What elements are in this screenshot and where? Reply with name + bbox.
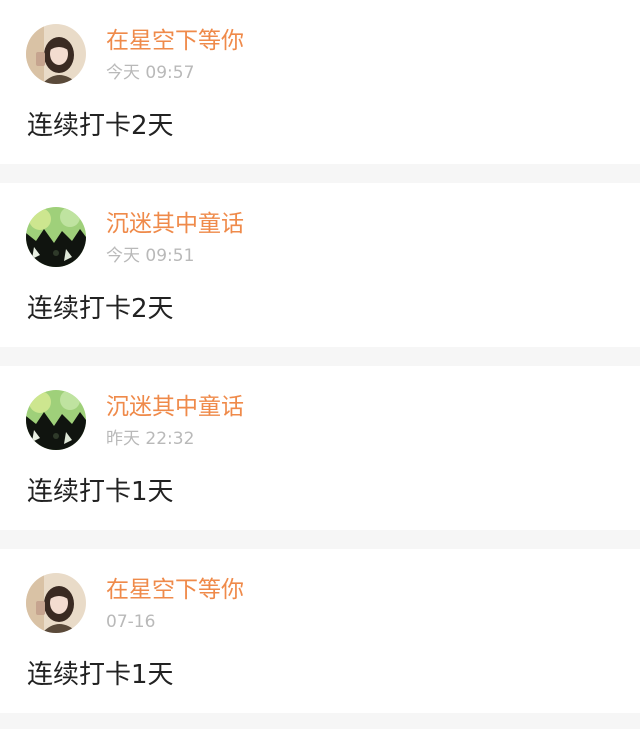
- user-avatar-forest[interactable]: [26, 390, 86, 450]
- divider: [0, 713, 640, 729]
- user-avatar-forest[interactable]: [26, 207, 86, 267]
- avatar-forest-icon: [26, 390, 86, 450]
- post-time: 昨天 22:32: [106, 429, 195, 449]
- feed-item[interactable]: 在星空下等你 07-16 连续打卡1天: [0, 549, 640, 713]
- post-time: 今天 09:51: [106, 246, 195, 266]
- checkin-feed: 在星空下等你 今天 09:57 连续打卡2天 沉迷其中童话 今天 09:51 连…: [0, 0, 640, 729]
- feed-item[interactable]: 在星空下等你 今天 09:57 连续打卡2天: [0, 0, 640, 164]
- user-avatar-photo[interactable]: [26, 24, 86, 84]
- post-text: 连续打卡2天: [27, 111, 174, 141]
- feed-item[interactable]: 沉迷其中童话 今天 09:51 连续打卡2天: [0, 183, 640, 347]
- post-time: 07-16: [106, 612, 156, 632]
- post-text: 连续打卡2天: [27, 294, 174, 324]
- post-time: 今天 09:57: [106, 63, 195, 83]
- username[interactable]: 在星空下等你: [106, 576, 244, 604]
- avatar-forest-icon: [26, 207, 86, 267]
- post-text: 连续打卡1天: [27, 477, 174, 507]
- username[interactable]: 在星空下等你: [106, 27, 244, 55]
- feed-item[interactable]: 沉迷其中童话 昨天 22:32 连续打卡1天: [0, 366, 640, 530]
- user-avatar-photo[interactable]: [26, 573, 86, 633]
- post-text: 连续打卡1天: [27, 660, 174, 690]
- avatar-photo-icon: [26, 24, 86, 84]
- avatar-photo-icon: [26, 573, 86, 633]
- divider: [0, 530, 640, 549]
- username[interactable]: 沉迷其中童话: [106, 393, 244, 421]
- divider: [0, 347, 640, 366]
- divider: [0, 164, 640, 183]
- username[interactable]: 沉迷其中童话: [106, 210, 244, 238]
